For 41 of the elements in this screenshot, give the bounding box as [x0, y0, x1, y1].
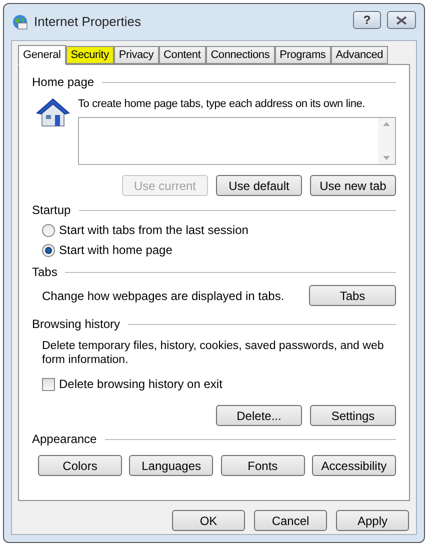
window-title: Internet Properties	[34, 13, 142, 32]
tab[interactable]: Privacy	[114, 46, 159, 64]
history-description: Delete temporary files, history, cookies, saved passwords, and web form information.	[41, 339, 385, 367]
tab[interactable]: Connections	[206, 46, 275, 64]
radio-button[interactable]	[42, 244, 55, 257]
tab[interactable]: Security	[66, 46, 114, 64]
tab[interactable]: Content	[158, 46, 206, 64]
push-button[interactable]: Languages	[129, 455, 214, 476]
close-button[interactable]	[387, 11, 416, 29]
help-button[interactable]: ?	[353, 11, 381, 29]
tab[interactable]: General	[18, 45, 66, 65]
instruction-text: To create home page tabs, type each address on its own line.	[78, 97, 366, 112]
push-button[interactable]: Fonts	[220, 455, 305, 476]
group-heading: Home page	[32, 75, 94, 90]
radio-label: Start with home page	[59, 243, 172, 258]
push-button[interactable]: Use default	[216, 175, 302, 196]
radio-label: Start with tabs from the last session	[59, 223, 248, 238]
push-button[interactable]: Delete...	[216, 405, 302, 426]
tab[interactable]: Advanced	[330, 46, 388, 64]
globe-icon	[12, 14, 28, 30]
tab[interactable]: Programs	[274, 46, 331, 64]
checkbox[interactable]	[42, 378, 55, 390]
group-heading: Browsing history	[32, 317, 120, 332]
house-icon	[36, 97, 70, 129]
push-button[interactable]: Apply	[336, 510, 409, 531]
address-field[interactable]	[78, 117, 396, 165]
scroll-bar	[378, 118, 395, 164]
push-button[interactable]: Use new tab	[310, 175, 396, 196]
close-icon	[396, 16, 407, 24]
push-button[interactable]: Accessibility	[312, 455, 396, 476]
radio-button[interactable]	[42, 224, 55, 237]
checkbox-label: Delete browsing history on exit	[59, 376, 222, 393]
push-button[interactable]: OK	[172, 510, 245, 531]
group-heading: Appearance	[32, 432, 97, 447]
push-button[interactable]: Tabs	[309, 285, 396, 306]
group-heading: Tabs	[32, 265, 58, 280]
tabs-description: Change how webpages are displayed in tabs.	[42, 288, 284, 304]
push-button[interactable]: Settings	[310, 405, 396, 426]
group-heading: Startup	[32, 203, 71, 218]
push-button[interactable]: Colors	[38, 455, 122, 476]
push-button[interactable]: Cancel	[254, 510, 327, 531]
